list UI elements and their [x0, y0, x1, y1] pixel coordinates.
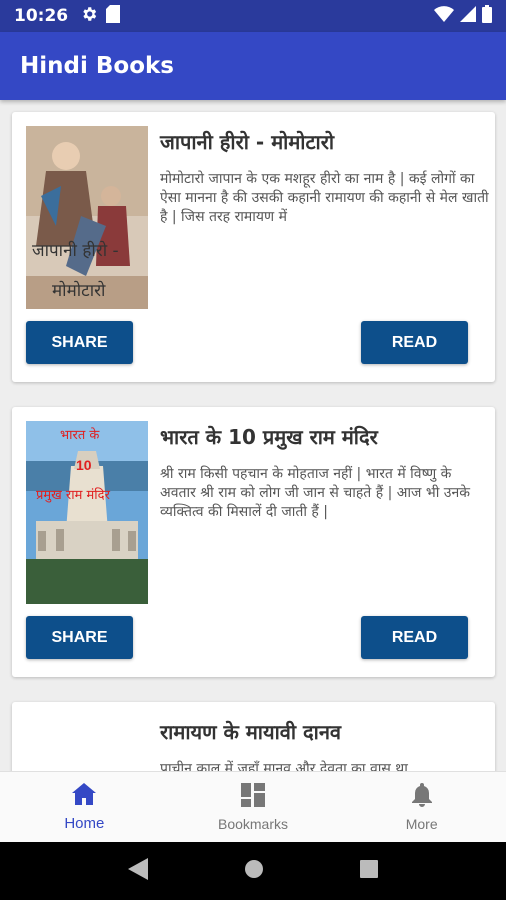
book-cover-image[interactable]: भारत के 10 प्रमुख राम मंदिर	[26, 421, 148, 604]
nav-home-label: Home	[64, 814, 105, 832]
read-button[interactable]: READ	[361, 321, 468, 364]
cover-text-line: भारत के	[60, 428, 100, 443]
nav-home[interactable]: Home	[0, 772, 169, 842]
book-card[interactable]: जापानी हीरो - मोमोटारो जापानी हीरो - मोम…	[12, 112, 495, 382]
status-bar: 10:26	[0, 0, 506, 32]
cover-text-line: मोमोटारो	[52, 281, 106, 301]
bottom-navigation: Home Bookmarks More	[0, 771, 506, 842]
book-list[interactable]: जापानी हीरो - मोमोटारो जापानी हीरो - मोम…	[0, 100, 506, 771]
sd-card-icon	[106, 4, 121, 28]
signal-icon	[460, 5, 476, 27]
book-card[interactable]: भारत के 10 प्रमुख राम मंदिर भारत के 10 प…	[12, 407, 495, 677]
system-navigation-bar	[0, 842, 506, 900]
share-button[interactable]: SHARE	[26, 321, 133, 364]
book-title[interactable]: रामायण के मायावी दानव	[160, 718, 480, 745]
battery-icon	[482, 4, 492, 28]
nav-more[interactable]: More	[337, 772, 506, 842]
dashboard-icon	[241, 782, 265, 810]
recents-square-icon[interactable]	[360, 859, 378, 883]
status-time: 10:26	[14, 6, 69, 26]
app-title: Hindi Books	[20, 53, 174, 79]
book-title[interactable]: जापानी हीरो - मोमोटारो	[160, 128, 480, 155]
nav-bookmarks[interactable]: Bookmarks	[169, 772, 338, 842]
read-button[interactable]: READ	[361, 616, 468, 659]
settings-gear-icon	[80, 5, 98, 28]
home-icon	[72, 782, 97, 809]
book-description: श्री राम किसी पहचान के मोहताज नहीं | भार…	[160, 466, 471, 520]
bell-icon	[411, 782, 433, 810]
cover-text-line: जापानी हीरो -	[32, 241, 119, 261]
book-cover-image[interactable]: जापानी हीरो - मोमोटारो	[26, 126, 148, 309]
book-description: प्राचीन काल में जहाँ मानव और देवता का वा…	[160, 761, 408, 771]
nav-more-label: More	[405, 815, 438, 832]
nav-bookmarks-label: Bookmarks	[217, 815, 289, 832]
cover-text-line: 10	[76, 457, 92, 473]
app-bar: Hindi Books	[0, 32, 506, 100]
book-card[interactable]: रामायण के मायावी दानव प्राचीन काल में जह…	[12, 702, 495, 771]
book-title[interactable]: भारत के 10 प्रमुख राम मंदिर	[160, 423, 480, 450]
book-description: मोमोटारो जापान के एक मशहूर हीरो का नाम ह…	[160, 171, 489, 225]
back-icon[interactable]	[128, 857, 148, 885]
home-circle-icon[interactable]	[244, 859, 264, 884]
cover-text-line: प्रमुख राम मंदिर	[36, 488, 110, 503]
wifi-icon	[434, 5, 454, 27]
share-button[interactable]: SHARE	[26, 616, 133, 659]
